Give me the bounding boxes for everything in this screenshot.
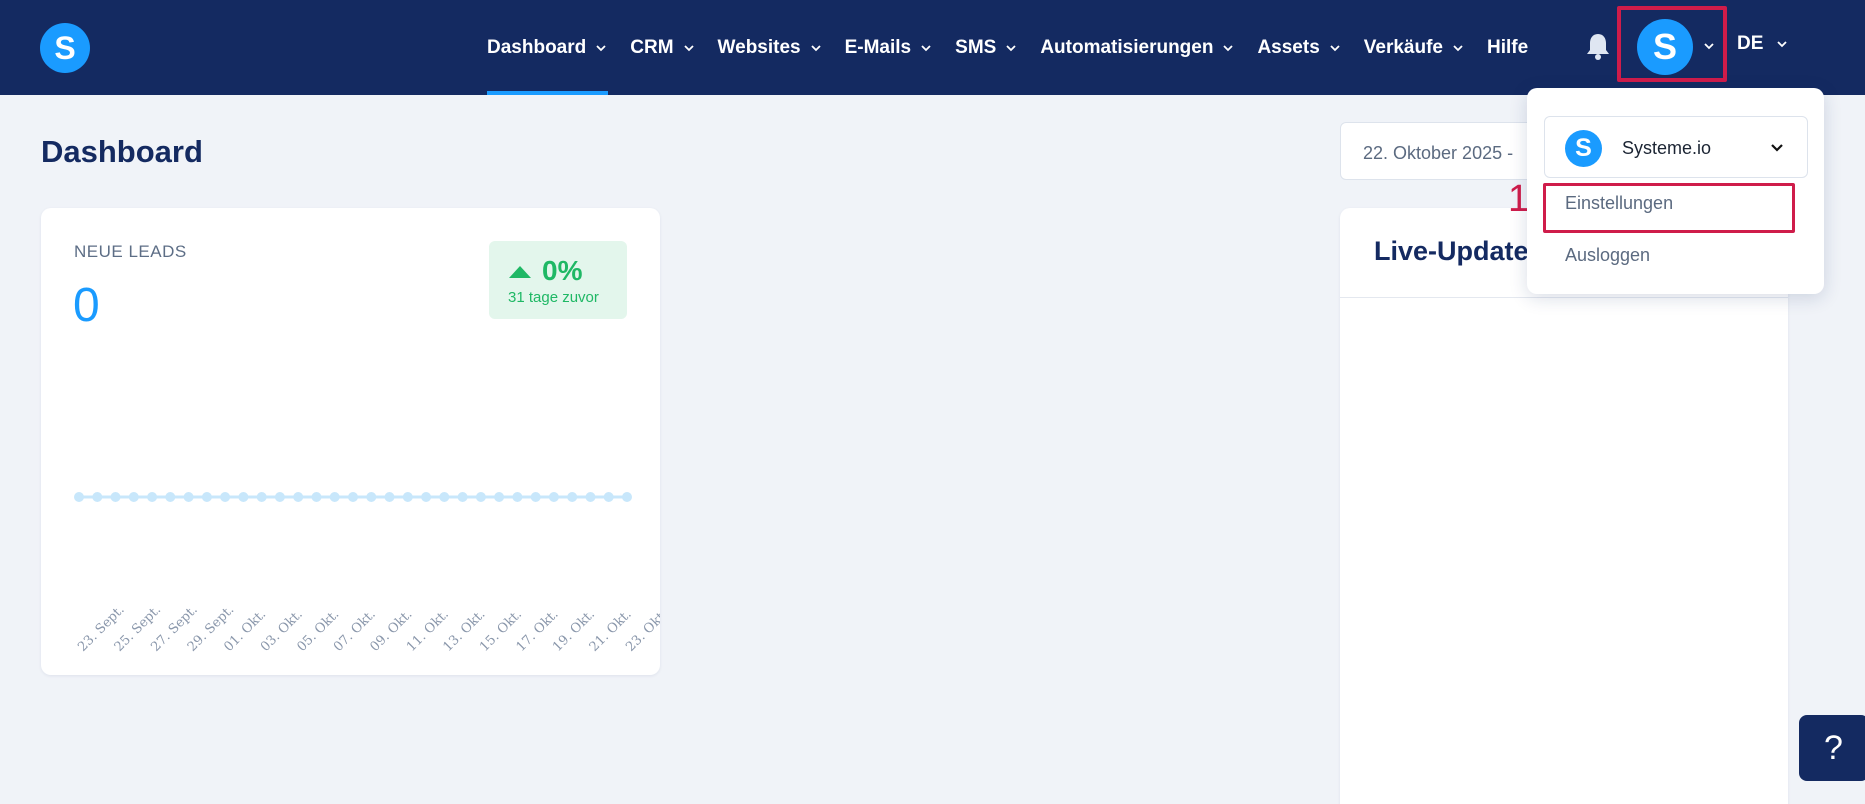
- leads-data-point: [311, 492, 322, 502]
- account-logo: S: [1565, 130, 1602, 167]
- nav-crm-label: CRM: [630, 36, 674, 58]
- leads-data-point: [220, 492, 231, 502]
- leads-data-point: [494, 492, 505, 502]
- nav-sms-label: SMS: [955, 36, 997, 58]
- account-switcher[interactable]: S Systeme.io: [1544, 116, 1808, 178]
- menu-item-ausloggen[interactable]: Ausloggen: [1565, 245, 1650, 266]
- chevron-down-icon: [1453, 44, 1463, 51]
- nav-websites-label: Websites: [717, 36, 801, 58]
- nav-dashboard[interactable]: Dashboard: [487, 0, 609, 95]
- leads-data-point: [274, 492, 285, 502]
- leads-data-point: [457, 492, 468, 502]
- top-navigation-bar: S Dashboard CRM Websites E-Mails SMS Aut…: [0, 0, 1865, 95]
- page-title: Dashboard: [41, 134, 203, 169]
- step-marker: 1: [1508, 178, 1530, 220]
- chevron-down-icon: [596, 44, 606, 51]
- leads-data-point: [348, 492, 358, 502]
- leads-data-point: [147, 492, 158, 502]
- chevron-down-icon: [1006, 44, 1016, 51]
- chevron-down-icon: [683, 44, 694, 51]
- leads-line-chart: 23. Sept.25. Sept.27. Sept.29. Sept.01. …: [74, 492, 660, 655]
- account-name: Systeme.io: [1622, 138, 1712, 158]
- chevron-down-icon: [921, 44, 931, 51]
- language-selector[interactable]: DE: [1737, 33, 1789, 55]
- leads-data-point: [421, 492, 432, 502]
- live-updates-card: Live-Updates: [1340, 208, 1788, 804]
- chevron-down-icon: [1223, 44, 1234, 51]
- chevron-down-icon: [1771, 144, 1783, 152]
- leads-data-point: [238, 492, 249, 502]
- leads-data-point: [201, 492, 212, 502]
- leads-data-point: [475, 492, 486, 502]
- leads-data-point: [293, 492, 304, 502]
- leads-data-point: [585, 492, 596, 502]
- leads-data-point: [622, 492, 632, 502]
- leads-data-point: [74, 492, 84, 502]
- nav-hilfe-label: Hilfe: [1487, 36, 1529, 58]
- leads-data-point: [256, 492, 267, 502]
- leads-data-point: [530, 492, 541, 502]
- nav-websites[interactable]: Websites: [718, 0, 823, 95]
- leads-data-point: [548, 492, 559, 502]
- chevron-down-icon: [1777, 41, 1788, 48]
- nav-assets-label: Assets: [1257, 36, 1320, 58]
- nav-automatisierungen-label: Automatisierungen: [1040, 36, 1214, 58]
- leads-data-point: [603, 492, 614, 502]
- live-updates-title: Live-Updates: [1374, 236, 1544, 266]
- divider: [1340, 297, 1788, 298]
- leads-data-point: [402, 492, 413, 502]
- chevron-down-icon: [1330, 44, 1340, 51]
- nav-emails-label: E-Mails: [844, 36, 912, 58]
- nav-automatisierungen[interactable]: Automatisierungen: [1040, 0, 1235, 95]
- nav-verkaeufe-label: Verkäufe: [1363, 36, 1444, 58]
- nav-assets[interactable]: Assets: [1257, 0, 1341, 95]
- nav-hilfe[interactable]: Hilfe: [1487, 0, 1528, 95]
- leads-data-point: [165, 492, 176, 502]
- leads-data-point: [92, 492, 103, 502]
- leads-data-point: [512, 492, 523, 502]
- nav-emails[interactable]: E-Mails: [845, 0, 934, 95]
- nav-crm[interactable]: CRM: [630, 0, 695, 95]
- account-dropdown-menu: S Systeme.io Einstellungen Ausloggen: [1527, 88, 1824, 294]
- leads-data-point: [366, 492, 377, 502]
- new-leads-card: NEUE LEADS 0 0% 31 tage zuvor 23. Sept. 2…: [41, 208, 660, 675]
- nav-sms[interactable]: SMS: [955, 0, 1018, 95]
- chevron-down-icon: [810, 44, 821, 51]
- help-button[interactable]: ?: [1799, 715, 1865, 781]
- leads-data-point: [329, 492, 340, 502]
- language-label: DE: [1737, 33, 1764, 54]
- app-logo[interactable]: S: [40, 23, 90, 73]
- menu-item-einstellungen[interactable]: Einstellungen: [1565, 193, 1673, 214]
- bell-icon[interactable]: [1584, 31, 1612, 61]
- nav-dashboard-label: Dashboard: [487, 36, 587, 58]
- leads-data-point: [384, 492, 395, 502]
- leads-data-point: [183, 492, 194, 502]
- leads-data-point: [110, 492, 121, 502]
- nav-verkaeufe[interactable]: Verkäufe: [1364, 0, 1465, 95]
- user-avatar[interactable]: S: [1637, 19, 1693, 75]
- main-nav: Dashboard CRM Websites E-Mails SMS Autom…: [487, 0, 1550, 95]
- leads-data-point: [439, 492, 450, 502]
- chevron-down-icon[interactable]: [1701, 38, 1717, 54]
- leads-data-point: [128, 492, 139, 502]
- leads-data-point: [567, 492, 578, 502]
